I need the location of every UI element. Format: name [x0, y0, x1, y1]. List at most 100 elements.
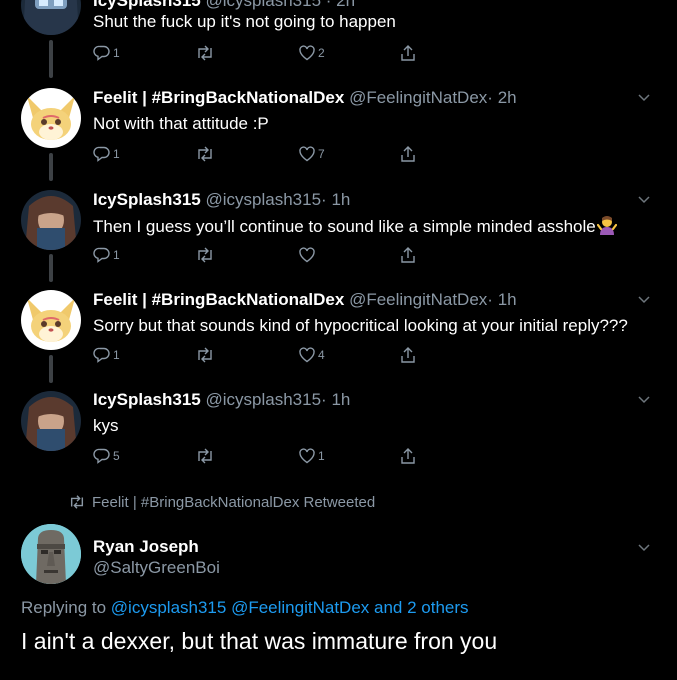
reply-count: 1 [113, 46, 120, 60]
separator: · [487, 290, 493, 309]
thread-line [49, 355, 53, 383]
like-button[interactable]: 1 [298, 446, 325, 466]
retweet-button[interactable] [195, 446, 217, 466]
timestamp[interactable]: 1h [331, 390, 350, 409]
retweet-button[interactable] [195, 345, 217, 365]
retweet-banner[interactable]: Feelit | #BringBackNationalDex Retweeted [68, 492, 375, 512]
tweet-subheader: @SaltyGreenBoi [93, 558, 220, 578]
retweet-icon [198, 247, 212, 263]
tweet-header: IcySplash315 @icysplash315· 1h [93, 190, 350, 210]
avatar[interactable] [21, 290, 81, 350]
handle[interactable]: @icysplash315 [205, 0, 321, 10]
tweet-text: I ain't a dexxer, but that was immature … [21, 628, 498, 654]
thread-line [49, 153, 53, 181]
tweet-header: Feelit | #BringBackNationalDex @Feelingi… [93, 88, 517, 108]
share-icon [401, 247, 415, 263]
replying-to-label: Replying to [21, 598, 107, 617]
tweet-actions: 1 7 [93, 144, 423, 164]
retweet-icon [198, 448, 212, 464]
timestamp[interactable]: 1h [331, 190, 350, 209]
retweet-icon [198, 45, 212, 61]
reply-icon [93, 347, 110, 363]
reply-count: 5 [113, 449, 120, 463]
like-icon [299, 247, 315, 263]
handle[interactable]: @icysplash315 [205, 190, 321, 209]
chevron-down-icon[interactable] [637, 93, 651, 103]
reply-button[interactable]: 1 [93, 245, 120, 265]
retweet-icon [198, 347, 212, 363]
avatar[interactable] [21, 391, 81, 451]
like-button[interactable]: 7 [298, 144, 325, 164]
chevron-down-icon[interactable] [637, 295, 651, 305]
reply-button[interactable]: 1 [93, 43, 120, 63]
tweet-header: IcySplash315 @icysplash315 · 2h [93, 0, 355, 11]
share-button[interactable] [399, 345, 417, 365]
like-count: 7 [318, 147, 325, 161]
shrug-emoji-icon [596, 216, 617, 235]
display-name[interactable]: Ryan Joseph [93, 537, 199, 556]
chevron-down-icon[interactable] [637, 395, 651, 405]
share-button[interactable] [399, 43, 417, 63]
tweet-header: Ryan Joseph [93, 537, 199, 557]
tweet-body: Then I guess you’ll continue to sound li… [93, 215, 617, 237]
timestamp[interactable]: 2h [336, 0, 355, 10]
chevron-down-icon[interactable] [637, 195, 651, 205]
like-icon [299, 146, 315, 162]
tweet-actions: 1 2 [93, 43, 423, 63]
timestamp[interactable]: 1h [498, 290, 517, 309]
thread-line [49, 40, 53, 78]
tweet-actions: 1 [93, 245, 423, 265]
reply-icon [93, 448, 110, 464]
display-name[interactable]: Feelit | #BringBackNationalDex [93, 290, 344, 309]
replying-to: Replying to @icysplash315 @FeelingitNatD… [21, 598, 469, 618]
thread-line [49, 254, 53, 282]
share-button[interactable] [399, 245, 417, 265]
share-button[interactable] [399, 446, 417, 466]
mention-link[interactable]: @icysplash315 [111, 598, 227, 617]
tweet-actions: 1 4 [93, 345, 423, 365]
tweet-text: Sorry but that sounds kind of hypocritic… [93, 316, 628, 335]
timestamp[interactable]: 2h [498, 88, 517, 107]
avatar[interactable] [21, 190, 81, 250]
separator: · [321, 390, 327, 409]
like-icon [299, 347, 315, 363]
retweet-button[interactable] [195, 43, 217, 63]
separator: · [321, 190, 327, 209]
handle[interactable]: @SaltyGreenBoi [93, 558, 220, 577]
mention-link[interactable]: @FeelingitNatDex [231, 598, 369, 617]
reply-icon [93, 247, 110, 263]
reply-button[interactable]: 1 [93, 144, 120, 164]
like-button[interactable]: 2 [298, 43, 325, 63]
display-name[interactable]: Feelit | #BringBackNationalDex [93, 88, 344, 107]
reply-button[interactable]: 1 [93, 345, 120, 365]
tweet-text: Not with that attitude :P [93, 114, 269, 133]
share-button[interactable] [399, 144, 417, 164]
reply-button[interactable]: 5 [93, 446, 120, 466]
retweet-button[interactable] [195, 144, 217, 164]
reply-icon [93, 146, 110, 162]
retweet-icon [198, 146, 212, 162]
like-button[interactable] [298, 245, 318, 265]
handle[interactable]: @icysplash315 [205, 390, 321, 409]
avatar[interactable] [21, 0, 81, 35]
like-icon [299, 448, 315, 464]
display-name[interactable]: IcySplash315 [93, 390, 201, 409]
display-name[interactable]: IcySplash315 [93, 190, 201, 209]
avatar[interactable] [21, 524, 81, 584]
chevron-down-icon[interactable] [637, 543, 651, 553]
handle[interactable]: @FeelingitNatDex [349, 88, 487, 107]
retweet-button[interactable] [195, 245, 217, 265]
tweet-header: Feelit | #BringBackNationalDex @Feelingi… [93, 290, 517, 310]
share-icon [401, 45, 415, 61]
retweet-banner-text: Feelit | #BringBackNationalDex Retweeted [92, 493, 376, 511]
separator: · [487, 88, 493, 107]
avatar[interactable] [21, 88, 81, 148]
tweet-text: kys [93, 416, 119, 435]
reply-count: 1 [113, 248, 120, 262]
handle[interactable]: @FeelingitNatDex [349, 290, 487, 309]
others-link[interactable]: and 2 others [374, 598, 469, 617]
like-button[interactable]: 4 [298, 345, 325, 365]
reply-count: 1 [113, 147, 120, 161]
separator: · [325, 0, 332, 10]
display-name[interactable]: IcySplash315 [93, 0, 201, 10]
